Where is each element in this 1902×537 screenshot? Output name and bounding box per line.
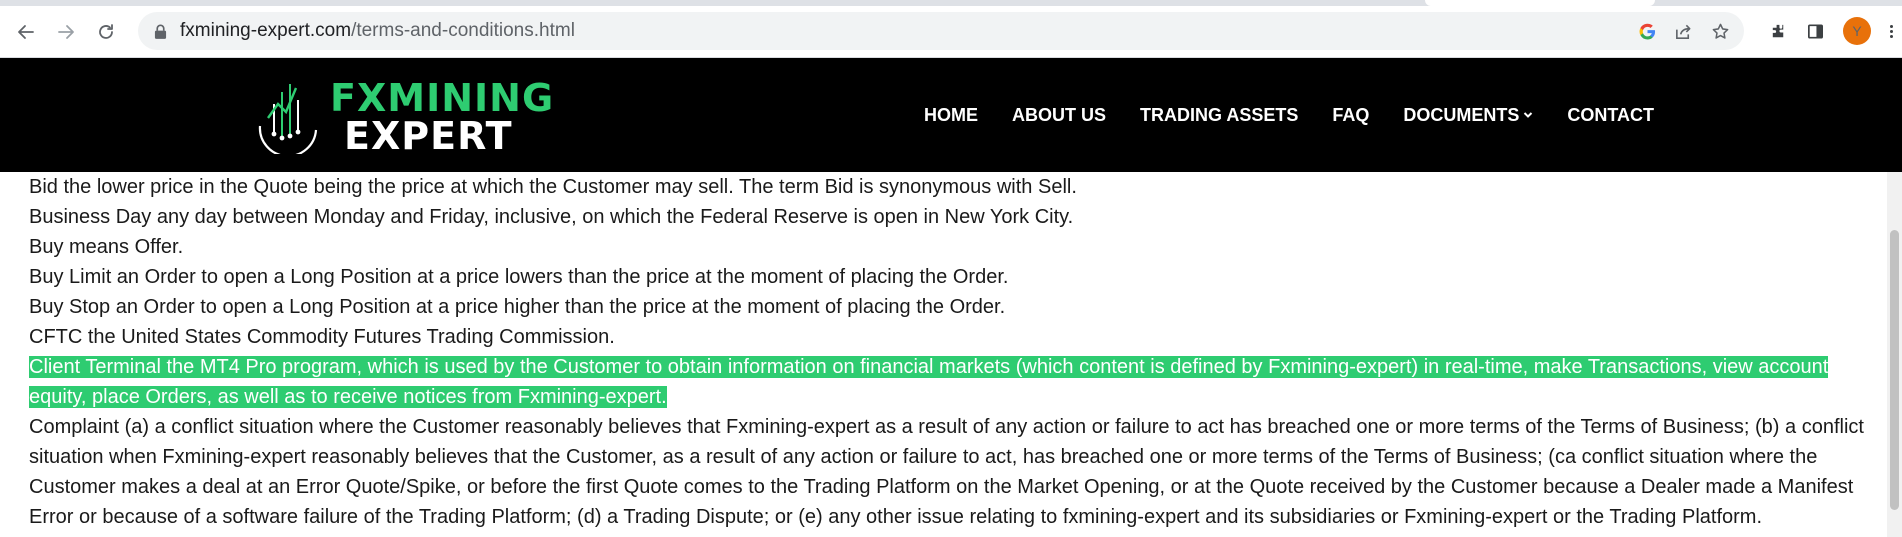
- extensions-icon[interactable]: [1769, 22, 1788, 41]
- url-text[interactable]: fxmining-expert.com/terms-and-conditions…: [180, 20, 575, 42]
- term-client-terminal[interactable]: Client Terminal the MT4 Pro program, whi…: [29, 352, 1874, 412]
- logo-text-expert: EXPERT: [344, 114, 513, 158]
- side-panel-icon[interactable]: [1806, 22, 1825, 41]
- main-nav: HOME ABOUT US TRADING ASSETS FAQ DOCUMEN…: [924, 58, 1654, 172]
- reload-icon[interactable]: [88, 14, 124, 50]
- star-icon[interactable]: [1711, 22, 1730, 41]
- nav-documents[interactable]: DOCUMENTS: [1403, 105, 1533, 126]
- browser-toolbar: fxmining-expert.com/terms-and-conditions…: [0, 6, 1902, 58]
- nav-about-us[interactable]: ABOUT US: [1012, 105, 1106, 126]
- url-path: /terms-and-conditions.html: [351, 20, 575, 41]
- term-buy-limit: Buy Limit an Order to open a Long Positi…: [29, 266, 1009, 288]
- logo-mark-icon: [258, 84, 318, 154]
- nav-trading-assets[interactable]: TRADING ASSETS: [1140, 105, 1298, 126]
- forward-icon[interactable]: [48, 14, 84, 50]
- term-buy: Buy means Offer.: [29, 236, 184, 258]
- back-icon[interactable]: [8, 14, 44, 50]
- share-icon[interactable]: [1674, 22, 1693, 41]
- nav-faq[interactable]: FAQ: [1332, 105, 1369, 126]
- scrollbar-thumb[interactable]: [1890, 230, 1899, 510]
- site-logo[interactable]: FXMINING EXPERT: [252, 74, 562, 158]
- terms-content: Bid the lower price in the Quote being t…: [29, 172, 1874, 532]
- term-cftc: CFTC the United States Commodity Futures…: [29, 326, 615, 348]
- menu-icon[interactable]: [1889, 22, 1894, 41]
- nav-documents-label: DOCUMENTS: [1403, 104, 1520, 125]
- site-header: FXMINING EXPERT HOME ABOUT US TRADING AS…: [0, 58, 1902, 172]
- address-bar[interactable]: fxmining-expert.com/terms-and-conditions…: [138, 12, 1744, 50]
- google-icon[interactable]: [1639, 23, 1656, 40]
- chevron-down-icon: [1524, 112, 1533, 118]
- lock-icon[interactable]: [154, 23, 168, 39]
- nav-home[interactable]: HOME: [924, 105, 978, 126]
- term-bid: Bid the lower price in the Quote being t…: [29, 176, 1077, 198]
- nav-contact[interactable]: CONTACT: [1567, 105, 1654, 126]
- page-scrollbar[interactable]: [1887, 172, 1902, 537]
- selected-text[interactable]: Client Terminal the MT4 Pro program, whi…: [29, 356, 1829, 408]
- term-complaint: Complaint (a) a conflict situation where…: [29, 416, 1864, 528]
- profile-avatar[interactable]: Y: [1843, 17, 1871, 45]
- term-buy-stop: Buy Stop an Order to open a Long Positio…: [29, 296, 1006, 318]
- url-domain: fxmining-expert.com: [180, 20, 352, 41]
- term-business-day: Business Day any day between Monday and …: [29, 206, 1074, 228]
